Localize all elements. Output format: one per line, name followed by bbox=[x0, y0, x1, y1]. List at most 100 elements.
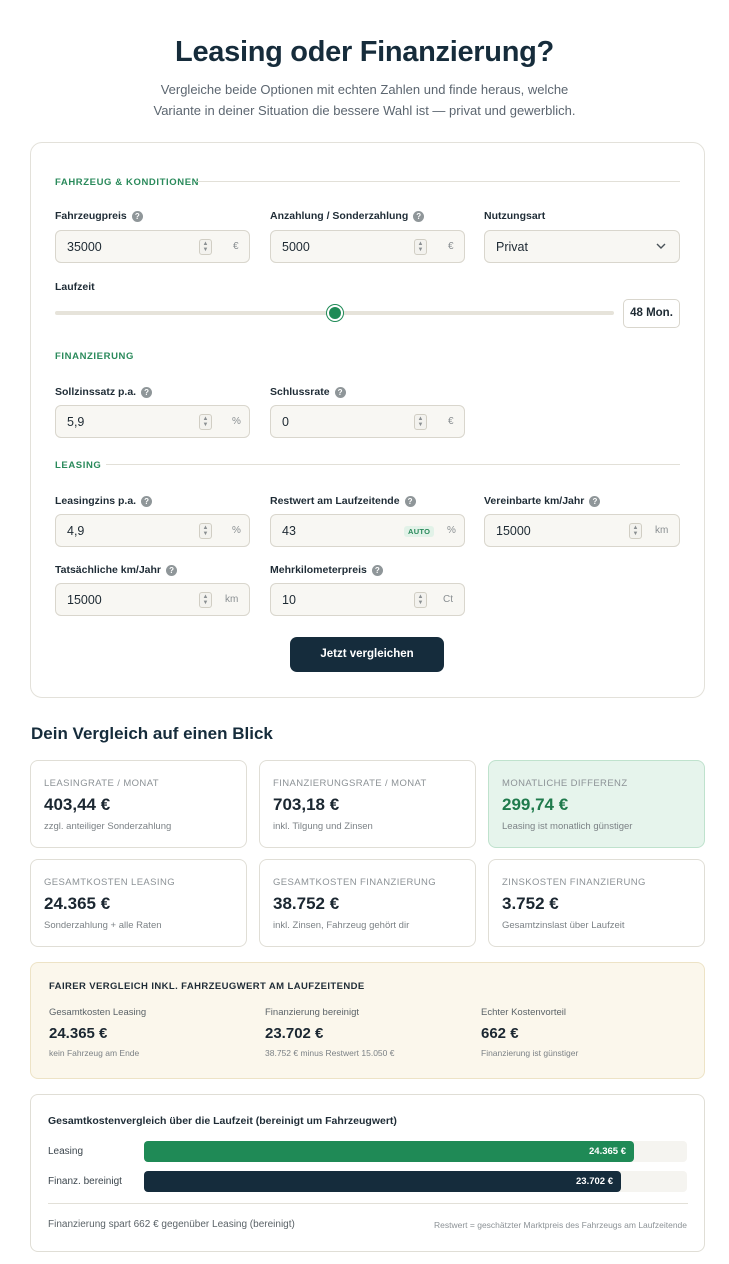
help-icon[interactable]: ? bbox=[141, 386, 153, 398]
leasing-rate-label: Leasingzins p.a. ? bbox=[55, 495, 153, 507]
unit-label: % bbox=[447, 525, 456, 536]
stat-sub: Leasing ist monatlich günstiger bbox=[502, 821, 633, 832]
stat-key: Monatliche Differenz bbox=[502, 778, 628, 789]
actual-km-input[interactable]: 15000 ▲ ▼ km bbox=[55, 583, 250, 616]
agreed-km-label: Vereinbarte km/Jahr ? bbox=[484, 495, 601, 507]
stat-card-total-financing: Gesamtkosten Finanzierung 38.752 € inkl.… bbox=[259, 859, 476, 947]
vehicle-price-label-text: Fahrzeugpreis bbox=[55, 210, 127, 222]
actual-km-value: 15000 bbox=[67, 593, 102, 607]
residual-input[interactable]: 43 AUTO % bbox=[270, 514, 465, 547]
fair-sub: 38.752 € minus Restwert 15.050 € bbox=[265, 1048, 395, 1058]
fair-key: Finanzierung bereinigt bbox=[265, 1007, 360, 1018]
stat-key: Leasingrate / Monat bbox=[44, 778, 159, 789]
section-vehicle-label: Fahrzeug & Konditionen bbox=[55, 177, 200, 188]
vehicle-price-label: Fahrzeugpreis ? bbox=[55, 210, 143, 222]
bar-track: 23.702 € bbox=[144, 1171, 687, 1192]
help-icon[interactable]: ? bbox=[334, 386, 346, 398]
unit-label: % bbox=[232, 416, 241, 427]
usage-value: Privat bbox=[496, 240, 528, 254]
extra-km-price-input[interactable]: 10 ▲ ▼ Ct bbox=[270, 583, 465, 616]
stat-value: 38.752 € bbox=[273, 894, 340, 913]
extra-km-price-label: Mehrkilometerpreis ? bbox=[270, 564, 383, 576]
leasing-rate-label-text: Leasingzins p.a. bbox=[55, 495, 137, 507]
fair-col-financing: Finanzierung bereinigt 23.702 € 38.752 €… bbox=[265, 1007, 475, 1058]
fair-comparison-title: Fairer Vergleich inkl. Fahrzeugwert am L… bbox=[49, 981, 365, 992]
final-rate-input[interactable]: 0 ▲ ▼ € bbox=[270, 405, 465, 438]
chevron-down-icon bbox=[656, 243, 666, 249]
stat-key: Zinskosten Finanzierung bbox=[502, 877, 646, 888]
bar-label-leasing: Leasing bbox=[48, 1146, 84, 1157]
stat-sub: inkl. Zinsen, Fahrzeug gehört dir bbox=[273, 920, 410, 931]
fair-value: 662 € bbox=[481, 1025, 519, 1042]
leasing-rate-value: 4,9 bbox=[67, 524, 85, 538]
term-label-text: Laufzeit bbox=[55, 281, 95, 293]
fair-col-leasing: Gesamtkosten Leasing 24.365 € kein Fahrz… bbox=[49, 1007, 259, 1058]
unit-label: km bbox=[655, 525, 669, 536]
section-divider bbox=[197, 181, 680, 182]
final-rate-label-text: Schlussrate bbox=[270, 386, 330, 398]
interest-rate-label: Sollzinssatz p.a. ? bbox=[55, 386, 153, 398]
section-financing-label: Finanzierung bbox=[55, 351, 134, 362]
stepper-icon[interactable]: ▲ ▼ bbox=[199, 592, 212, 608]
bar-leasing: 24.365 € bbox=[144, 1141, 634, 1162]
help-icon[interactable]: ? bbox=[371, 564, 383, 576]
fair-value: 24.365 € bbox=[49, 1025, 108, 1042]
fair-key: Gesamtkosten Leasing bbox=[49, 1007, 147, 1018]
chart-footer-summary: Finanzierung spart 662 € gegenüber Leasi… bbox=[48, 1219, 295, 1230]
help-icon[interactable]: ? bbox=[166, 564, 178, 576]
chart-footer-note: Restwert = geschätzter Marktpreis des Fa… bbox=[434, 1220, 687, 1230]
residual-label-text: Restwert am Laufzeitende bbox=[270, 495, 400, 507]
unit-label: € bbox=[448, 416, 454, 427]
stat-value: 403,44 € bbox=[44, 795, 111, 814]
page-title: Leasing oder Finanzierung? bbox=[175, 36, 554, 68]
stat-key: Gesamtkosten Finanzierung bbox=[273, 877, 437, 888]
interest-rate-input[interactable]: 5,9 ▲ ▼ % bbox=[55, 405, 250, 438]
fair-value: 23.702 € bbox=[265, 1025, 324, 1042]
cost-comparison-chart: Gesamtkostenvergleich über die Laufzeit … bbox=[30, 1094, 705, 1252]
stat-card-total-leasing: Gesamtkosten Leasing 24.365 € Sonderzahl… bbox=[30, 859, 247, 947]
fair-col-advantage: Echter Kostenvorteil 662 € Finanzierung … bbox=[481, 1007, 691, 1058]
unit-label: % bbox=[232, 525, 241, 536]
down-payment-input[interactable]: 5000 ▲ ▼ € bbox=[270, 230, 465, 263]
stat-key: Finanzierungsrate / Monat bbox=[273, 778, 427, 789]
chart-title: Gesamtkostenvergleich über die Laufzeit … bbox=[48, 1115, 397, 1127]
stat-value: 3.752 € bbox=[502, 894, 559, 913]
stat-sub: inkl. Tilgung und Zinsen bbox=[273, 821, 373, 832]
stepper-icon[interactable]: ▲ ▼ bbox=[414, 592, 427, 608]
fair-sub: kein Fahrzeug am Ende bbox=[49, 1048, 140, 1058]
compare-button[interactable]: Jetzt vergleichen bbox=[290, 637, 444, 672]
extra-km-price-label-text: Mehrkilometerpreis bbox=[270, 564, 367, 576]
help-icon[interactable]: ? bbox=[404, 495, 416, 507]
stat-sub: zzgl. anteiliger Sonderzahlung bbox=[44, 821, 172, 832]
stat-value: 703,18 € bbox=[273, 795, 340, 814]
help-icon[interactable]: ? bbox=[131, 210, 143, 222]
help-icon[interactable]: ? bbox=[589, 495, 601, 507]
agreed-km-label-text: Vereinbarte km/Jahr bbox=[484, 495, 585, 507]
chart-divider bbox=[48, 1203, 688, 1204]
stepper-icon[interactable]: ▲ ▼ bbox=[629, 523, 642, 539]
term-label: Laufzeit bbox=[55, 281, 95, 293]
stepper-icon[interactable]: ▲ ▼ bbox=[414, 414, 427, 430]
fair-key: Echter Kostenvorteil bbox=[481, 1007, 567, 1018]
actual-km-label-text: Tatsächliche km/Jahr bbox=[55, 564, 162, 576]
auto-badge: AUTO bbox=[404, 526, 435, 537]
down-payment-label-text: Anzahlung / Sonderzahlung bbox=[270, 210, 409, 222]
final-rate-label: Schlussrate ? bbox=[270, 386, 346, 398]
stepper-icon[interactable]: ▲ ▼ bbox=[199, 239, 212, 255]
stepper-icon[interactable]: ▲ ▼ bbox=[414, 239, 427, 255]
term-slider-handle[interactable] bbox=[327, 305, 343, 321]
stepper-icon[interactable]: ▲ ▼ bbox=[199, 523, 212, 539]
vehicle-price-input[interactable]: 35000 ▲ ▼ € bbox=[55, 230, 250, 263]
help-icon[interactable]: ? bbox=[413, 210, 425, 222]
usage-label: Nutzungsart bbox=[484, 210, 545, 222]
bar-financing-adjusted: 23.702 € bbox=[144, 1171, 621, 1192]
interest-rate-label-text: Sollzinssatz p.a. bbox=[55, 386, 137, 398]
usage-select[interactable]: Privat bbox=[484, 230, 680, 263]
help-icon[interactable]: ? bbox=[141, 495, 153, 507]
stepper-icon[interactable]: ▲ ▼ bbox=[199, 414, 212, 430]
leasing-rate-input[interactable]: 4,9 ▲ ▼ % bbox=[55, 514, 250, 547]
unit-label: Ct bbox=[443, 594, 453, 605]
down-payment-label: Anzahlung / Sonderzahlung ? bbox=[270, 210, 425, 222]
agreed-km-input[interactable]: 15000 ▲ ▼ km bbox=[484, 514, 680, 547]
bar-track: 24.365 € bbox=[144, 1141, 687, 1162]
